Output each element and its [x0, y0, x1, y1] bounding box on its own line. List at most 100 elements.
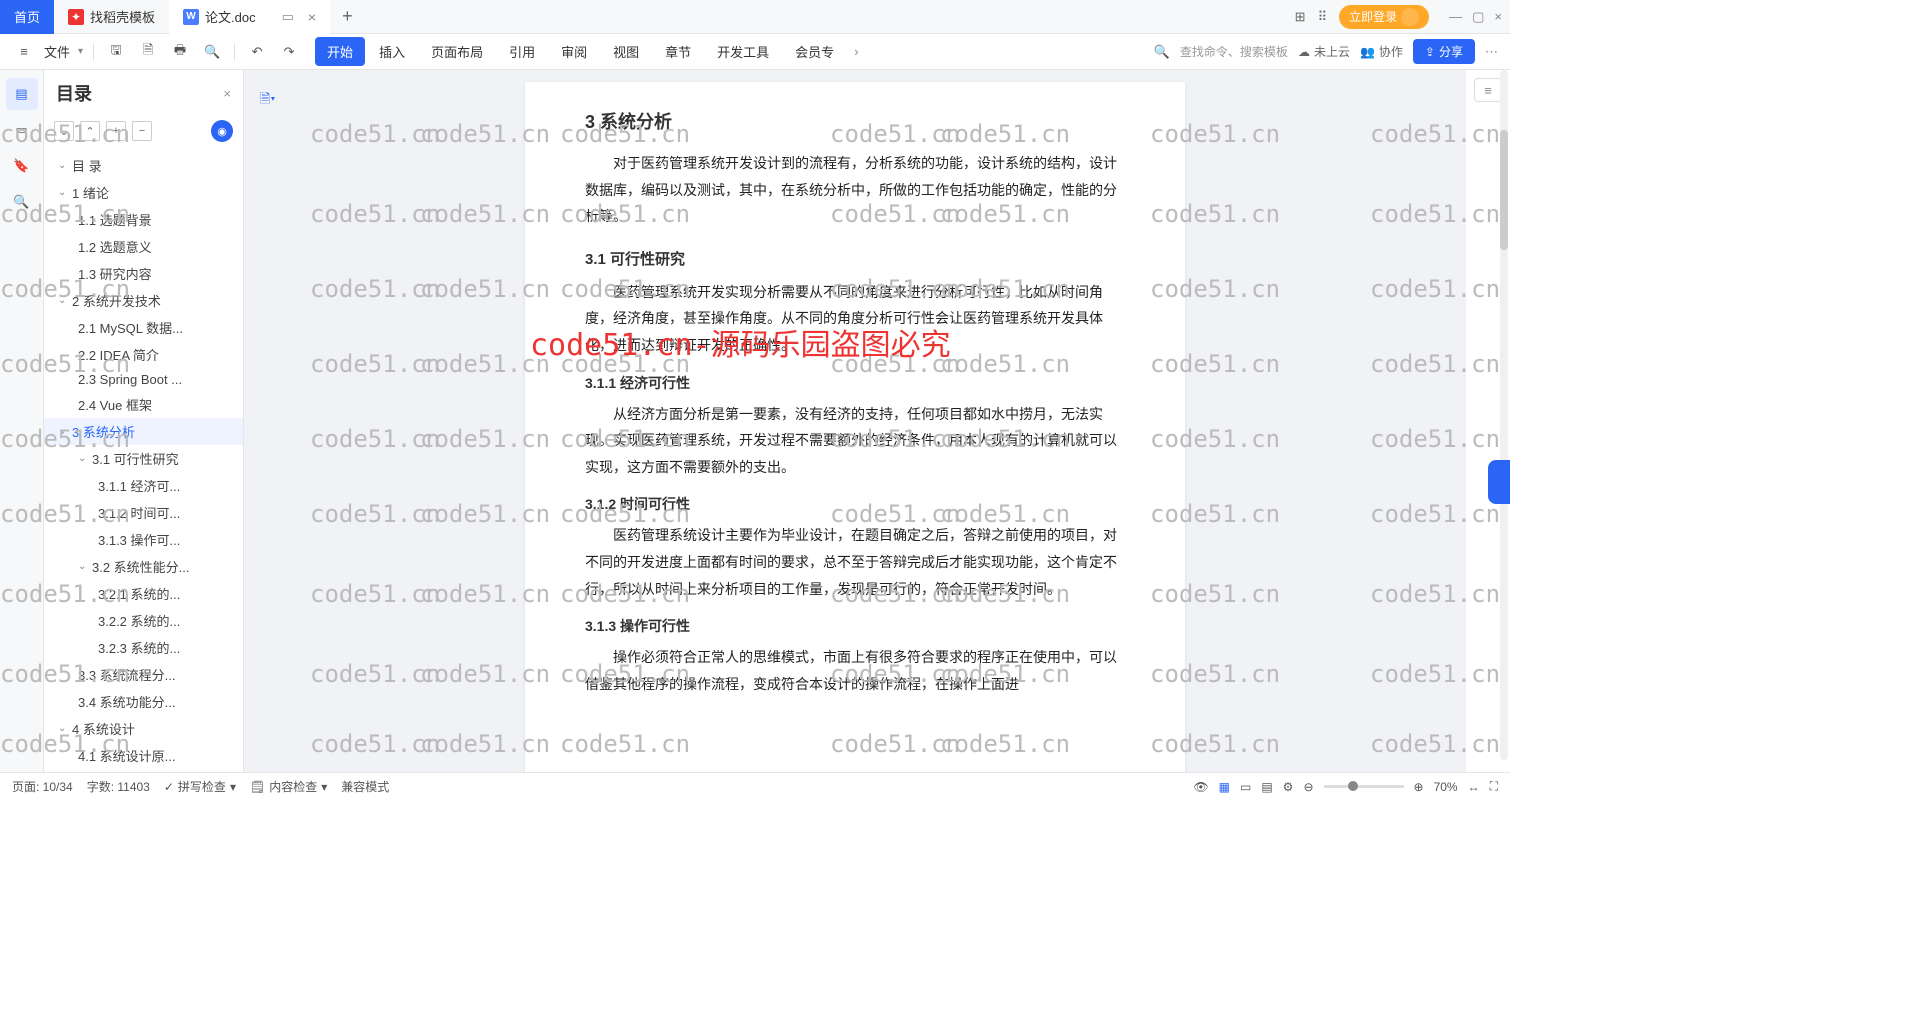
compat-mode[interactable]: 兼容模式	[341, 778, 389, 795]
tab-scroll-icon[interactable]: ›	[854, 44, 858, 59]
toc-item[interactable]: 1.1 选题背景	[44, 206, 243, 233]
outline-icon[interactable]: ▤	[6, 78, 38, 110]
undo-icon[interactable]: ↶	[245, 40, 269, 64]
toc-item[interactable]: 3.2.1 系统的...	[44, 580, 243, 607]
page-view-icon[interactable]: ▦	[1219, 780, 1230, 794]
collab-button[interactable]: 👥协作	[1360, 43, 1403, 60]
ai-assistant-icon[interactable]: ◉	[211, 120, 233, 142]
word-count[interactable]: 字数: 11403	[87, 778, 150, 795]
ribbon-tab-1[interactable]: 插入	[367, 37, 417, 66]
toc-item[interactable]: 3.4 系统功能分...	[44, 688, 243, 715]
collapse-all-icon[interactable]: ⌄	[54, 121, 74, 141]
pin-icon[interactable]: ▭	[282, 9, 294, 25]
login-button[interactable]: 立即登录	[1339, 5, 1429, 29]
zoom-slider[interactable]	[1324, 785, 1404, 788]
bookmark-icon[interactable]: 🔖	[6, 150, 38, 182]
zoom-in-icon[interactable]: ⊕	[1414, 780, 1424, 794]
toc-item[interactable]: 3.1.3 操作可...	[44, 526, 243, 553]
save-icon[interactable]: 🖫	[104, 40, 128, 64]
print-icon[interactable]: 🖶	[168, 40, 192, 64]
toc-item[interactable]: 1.2 选题意义	[44, 233, 243, 260]
tab-template[interactable]: ✦找稻壳模板	[54, 0, 169, 34]
spell-check[interactable]: ✓ 拼写检查 ▾	[164, 778, 236, 795]
ribbon-tab-5[interactable]: 视图	[601, 37, 651, 66]
toc-item[interactable]: 2.3 Spring Boot ...	[44, 368, 243, 391]
expand-all-icon[interactable]: ⌃	[80, 121, 100, 141]
document-area[interactable]: 🗎▾ 3 系统分析 对于医药管理系统开发设计到的流程有，分析系统的功能，设计系统…	[244, 70, 1466, 772]
clipboard-icon[interactable]: ▭	[6, 114, 38, 146]
close-tab-icon[interactable]: ×	[308, 9, 316, 25]
toc-item[interactable]: 2.2 IDEA 简介	[44, 341, 243, 368]
doc-page-icon[interactable]: 🗎▾	[260, 90, 275, 112]
toc-item[interactable]: 3.1.1 经济可...	[44, 472, 243, 499]
search-command[interactable]: 查找命令、搜索模板	[1180, 43, 1288, 60]
toc-item[interactable]: ⌄4 系统设计	[44, 715, 243, 742]
saveas-icon[interactable]: 🗎	[136, 40, 160, 64]
fullscreen-icon[interactable]: ⛶	[1490, 779, 1498, 794]
close-window-icon[interactable]: ×	[1494, 9, 1502, 25]
menu-icon[interactable]: ≡	[12, 40, 36, 64]
toc-item[interactable]: 4.2 功能模块设...	[44, 769, 243, 772]
zoom-out-icon[interactable]: ⊖	[1303, 780, 1313, 794]
fit-icon[interactable]: ↔	[1468, 780, 1480, 794]
toc-item[interactable]: 3.2.2 系统的...	[44, 607, 243, 634]
tab-home[interactable]: 首页	[0, 0, 54, 34]
preview-icon[interactable]: 🔍	[200, 40, 224, 64]
web-view-icon[interactable]: ▭	[1240, 780, 1251, 794]
ribbon-tab-3[interactable]: 引用	[497, 37, 547, 66]
zoom-value[interactable]: 70%	[1434, 780, 1458, 794]
toc-item[interactable]: ⌄3.2 系统性能分...	[44, 553, 243, 580]
apps-icon[interactable]: ⠿	[1318, 9, 1328, 25]
page: 3 系统分析 对于医药管理系统开发设计到的流程有，分析系统的功能，设计系统的结构…	[525, 82, 1185, 772]
toc-item[interactable]: ⌄2 系统开发技术	[44, 287, 243, 314]
sidebar-title: 目录	[56, 80, 215, 106]
ribbon-tab-7[interactable]: 开发工具	[705, 37, 781, 66]
toc-item[interactable]: ⌄目 录	[44, 152, 243, 179]
toc-item[interactable]: 3.3 系统流程分...	[44, 661, 243, 688]
toc-item[interactable]: 3.1.2 时间可...	[44, 499, 243, 526]
page-indicator[interactable]: 页面: 10/34	[12, 778, 73, 795]
toc-item[interactable]: ⌄1 绪论	[44, 179, 243, 206]
feedback-tab[interactable]	[1488, 460, 1510, 504]
remove-heading-icon[interactable]: −	[132, 121, 152, 141]
cloud-status[interactable]: ☁未上云	[1298, 43, 1350, 60]
toc-item[interactable]: 2.1 MySQL 数据...	[44, 314, 243, 341]
toc-item[interactable]: 1.3 研究内容	[44, 260, 243, 287]
tab-document[interactable]: W论文.doc▭×	[169, 0, 330, 34]
find-icon[interactable]: 🔍	[6, 186, 38, 218]
toc-item[interactable]: ⌄3.1 可行性研究	[44, 445, 243, 472]
layout-icon[interactable]: ⊞	[1295, 9, 1306, 25]
toc-item[interactable]: 4.1 系统设计原...	[44, 742, 243, 769]
toc-item[interactable]: 3.2.3 系统的...	[44, 634, 243, 661]
left-icon-bar: ▤ ▭ 🔖 🔍	[0, 70, 44, 772]
add-heading-icon[interactable]: +	[106, 121, 126, 141]
ribbon-tab-0[interactable]: 开始	[315, 37, 365, 66]
redo-icon[interactable]: ↷	[277, 40, 301, 64]
maximize-icon[interactable]: ▢	[1472, 9, 1484, 25]
content-check[interactable]: 🗒 内容检查 ▾	[250, 778, 327, 795]
paragraph: 医药管理系统开发实现分析需要从不同的角度来进行分析可行性，比如从时间角度，经济角…	[585, 279, 1125, 359]
ribbon-tab-6[interactable]: 章节	[653, 37, 703, 66]
toc-item[interactable]: ⌄3 系统分析	[44, 418, 243, 445]
read-mode-icon[interactable]: 👁	[1193, 780, 1208, 794]
ribbon-tab-8[interactable]: 会员专	[783, 37, 846, 66]
share-button[interactable]: ⇪分享	[1413, 39, 1475, 64]
collab-icon: 👥	[1360, 45, 1375, 59]
settings-icon[interactable]: ⚙	[1283, 780, 1294, 794]
outline-view-icon[interactable]: ▤	[1261, 780, 1272, 794]
sidebar-close-icon[interactable]: ×	[223, 86, 231, 101]
toolbar: ≡ 文件▾ 🖫 🗎 🖶 🔍 ↶ ↷ 开始插入页面布局引用审阅视图章节开发工具会员…	[0, 34, 1510, 70]
add-tab-button[interactable]: +	[330, 6, 365, 27]
scrollbar-thumb[interactable]	[1500, 130, 1508, 250]
toc-label: 1.2 选题意义	[78, 237, 152, 256]
file-menu[interactable]: 文件	[44, 42, 70, 61]
more-icon[interactable]: ⋯	[1485, 44, 1498, 60]
ribbon-tab-4[interactable]: 审阅	[549, 37, 599, 66]
paragraph: 对于医药管理系统开发设计到的流程有，分析系统的功能，设计系统的结构，设计数据库，…	[585, 150, 1125, 230]
minimize-icon[interactable]: —	[1449, 9, 1462, 25]
ribbon-tab-2[interactable]: 页面布局	[419, 37, 495, 66]
paragraph: 从经济方面分析是第一要素，没有经济的支持，任何项目都如水中捞月，无法实现。实现医…	[585, 401, 1125, 481]
toc-label: 3.2.1 系统的...	[98, 584, 180, 603]
right-panel-icon[interactable]: ≡	[1474, 78, 1502, 102]
toc-item[interactable]: 2.4 Vue 框架	[44, 391, 243, 418]
